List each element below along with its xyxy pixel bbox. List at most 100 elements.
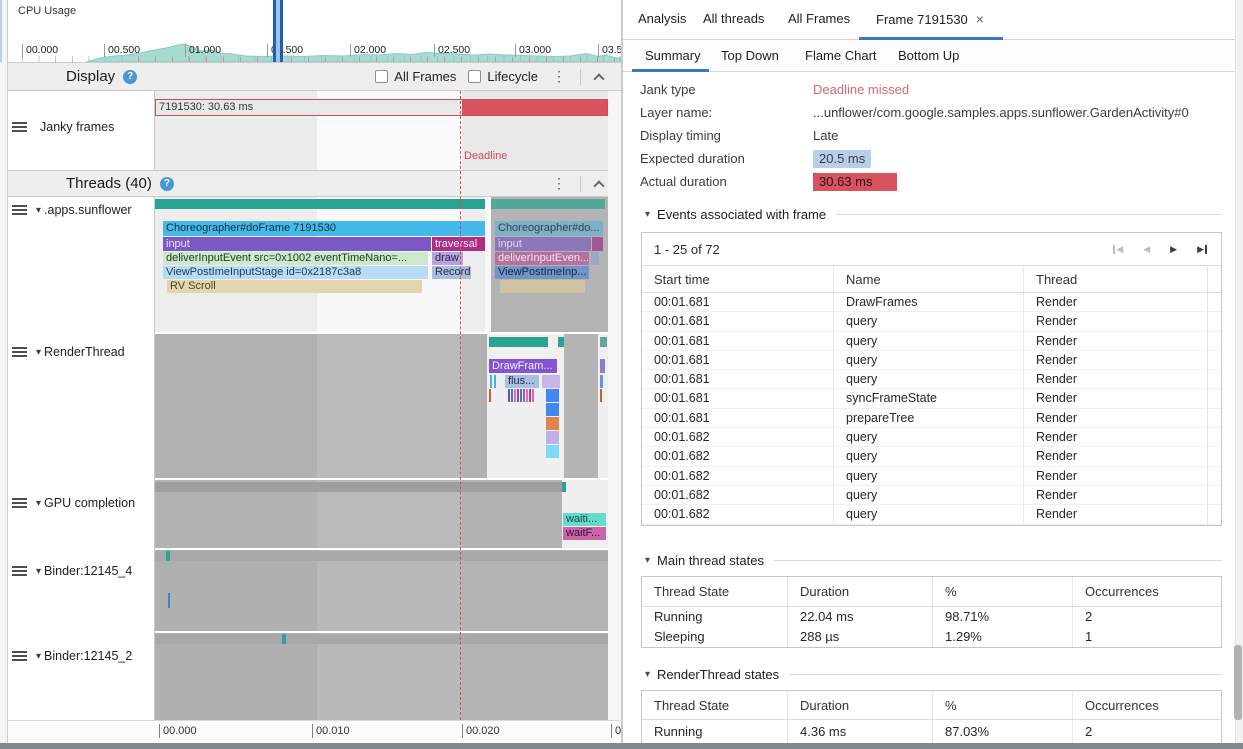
expand-triangle-icon[interactable]: ▾ [36, 566, 41, 577]
scroll-gutter[interactable] [1207, 389, 1221, 407]
collapse-triangle-icon[interactable]: ▾ [645, 669, 650, 680]
thread-label-binder-12145-2[interactable]: ▾ Binder:12145_2 [12, 649, 132, 663]
scroll-gutter[interactable] [1207, 467, 1221, 485]
slice-block[interactable] [546, 445, 559, 458]
display-section-header[interactable]: Display ? All Frames Lifecycle ⋮ [8, 62, 621, 91]
thread-track-renderthread[interactable]: DrawFram... flus... [155, 334, 608, 478]
events-column-header[interactable]: Start time Name Thread [642, 266, 1221, 293]
pagination-last-button[interactable]: ▶ [1197, 244, 1207, 255]
thread-track-binder-12145-4[interactable] [155, 550, 608, 631]
subtab-flame-chart[interactable]: Flame Chart [805, 48, 877, 63]
drag-handle-icon[interactable] [12, 649, 27, 663]
subtab-summary[interactable]: Summary [645, 48, 701, 63]
event-row[interactable]: 00:01.681 syncFrameState Render [642, 389, 1221, 408]
slice-input[interactable]: input [163, 237, 431, 251]
collapse-triangle-icon[interactable]: ▾ [645, 209, 650, 220]
thread-label-renderthread[interactable]: ▾ RenderThread [12, 345, 125, 359]
slice-choreographer-doframe[interactable]: Choreographer#doFrame 7191530 [163, 221, 485, 236]
janky-frames-track[interactable]: 7191530: 30.63 ms [155, 91, 608, 170]
drag-handle-icon[interactable] [12, 564, 27, 578]
timeline-selection-marker[interactable] [273, 0, 283, 62]
tab-all-frames[interactable]: All Frames [788, 11, 850, 26]
scroll-gutter[interactable] [1207, 351, 1221, 369]
janky-frames-row-label[interactable]: Janky frames [12, 120, 114, 134]
janky-frame-bar[interactable]: 7191530: 30.63 ms [155, 99, 608, 116]
states-column-header[interactable]: Thread State Duration % Occurrences [642, 691, 1221, 720]
thread-label-apps-sunflower[interactable]: ▾ .apps.sunflower [12, 203, 132, 217]
kebab-menu-icon[interactable]: ⋮ [550, 68, 568, 85]
checkbox-icon[interactable] [468, 70, 481, 83]
expand-triangle-icon[interactable]: ▾ [36, 651, 41, 662]
scroll-gutter[interactable] [1207, 332, 1221, 350]
state-row[interactable]: Sleeping 288 µs 1.29% 1 [642, 627, 1221, 647]
slice-rv-scroll-dim[interactable] [500, 280, 585, 293]
scroll-gutter[interactable] [1207, 312, 1221, 330]
thread-track-apps-sunflower[interactable]: Choreographer#doFrame 7191530 input trav… [155, 197, 608, 332]
slice-choreographer-dim[interactable]: Choreographer#do... [495, 221, 603, 236]
slice-block[interactable] [546, 431, 559, 444]
slice-flush[interactable]: flus... [505, 375, 539, 388]
event-row[interactable]: 00:01.682 query Render [642, 447, 1221, 466]
state-row[interactable]: Running 22.04 ms 98.71% 2 [642, 607, 1221, 627]
checkbox-icon[interactable] [375, 70, 388, 83]
drag-handle-icon[interactable] [12, 203, 27, 217]
threads-section-header[interactable]: Threads (40) ? ⋮ [8, 170, 621, 197]
all-frames-checkbox[interactable]: All Frames [375, 69, 456, 84]
slice-waitfence[interactable]: waitF... [563, 527, 606, 540]
events-section-header[interactable]: ▾ Events associated with frame [641, 206, 1222, 222]
cpu-usage-track[interactable]: CPU Usage 00.000 00.500 01.000 01.500 02… [8, 0, 621, 62]
slice-deliver-dim[interactable]: deliverInputEven... [495, 252, 589, 265]
kebab-menu-icon[interactable]: ⋮ [550, 175, 568, 192]
help-icon[interactable]: ? [123, 70, 137, 84]
event-row[interactable]: 00:01.681 query Render [642, 351, 1221, 370]
event-row[interactable]: 00:01.682 query Render [642, 467, 1221, 486]
slice-rv-scroll[interactable]: RV Scroll [167, 280, 422, 293]
slice-waiting[interactable]: waiti... [563, 513, 606, 526]
event-row[interactable]: 00:01.681 prepareTree Render [642, 409, 1221, 428]
close-icon[interactable]: × [976, 11, 984, 27]
slice-block[interactable] [546, 417, 559, 430]
event-row[interactable]: 00:01.681 query Render [642, 332, 1221, 351]
event-row[interactable]: 00:01.682 query Render [642, 428, 1221, 447]
pagination-first-button[interactable]: ◀ [1113, 244, 1123, 255]
scroll-gutter[interactable] [1207, 370, 1221, 388]
slice-input-dim[interactable]: input [495, 237, 591, 251]
expand-triangle-icon[interactable]: ▾ [36, 347, 41, 358]
pagination-prev-button[interactable]: ◀ [1143, 244, 1150, 255]
event-row[interactable]: 00:01.681 DrawFrames Render [642, 293, 1221, 312]
slice-deliver-input-event[interactable]: deliverInputEvent src=0x1002 eventTimeNa… [163, 252, 428, 265]
slice-drawframes[interactable]: DrawFram... [489, 359, 557, 373]
expand-triangle-icon[interactable]: ▾ [36, 498, 41, 509]
slice-view-post-ime-dim[interactable]: ViewPostImeInp... [495, 266, 589, 279]
main-states-section-header[interactable]: ▾ Main thread states [641, 552, 1222, 568]
state-row[interactable]: Running 4.36 ms 87.03% 2 [642, 720, 1221, 743]
slice-block[interactable] [546, 389, 559, 402]
collapse-chevron-icon[interactable] [593, 180, 604, 191]
drag-handle-icon[interactable] [12, 120, 27, 134]
scroll-gutter[interactable] [1207, 293, 1221, 311]
scroll-gutter[interactable] [1207, 486, 1221, 504]
scroll-gutter[interactable] [1207, 447, 1221, 465]
lifecycle-checkbox[interactable]: Lifecycle [468, 69, 538, 84]
subtab-bottom-up[interactable]: Bottom Up [898, 48, 959, 63]
states-column-header[interactable]: Thread State Duration % Occurrences [642, 577, 1221, 607]
vertical-scrollbar-thumb[interactable] [1234, 645, 1242, 720]
slice-view-post-ime[interactable]: ViewPostImeInputStage id=0x2187c3a8 [163, 266, 428, 279]
render-states-section-header[interactable]: ▾ RenderThread states [641, 666, 1222, 682]
slice-draw[interactable]: draw [432, 252, 463, 265]
event-row[interactable]: 00:01.682 query Render [642, 505, 1221, 524]
drag-handle-icon[interactable] [12, 496, 27, 510]
slice-traversal[interactable]: traversal [432, 237, 485, 251]
tab-frame-7191530[interactable]: Frame 7191530× [876, 11, 984, 27]
slice-block[interactable] [546, 403, 559, 416]
collapse-triangle-icon[interactable]: ▾ [645, 555, 650, 566]
collapse-chevron-icon[interactable] [593, 73, 604, 84]
expand-triangle-icon[interactable]: ▾ [36, 205, 41, 216]
tab-analysis[interactable]: Analysis [638, 11, 686, 26]
event-row[interactable]: 00:01.681 query Render [642, 370, 1221, 389]
thread-track-binder-12145-2[interactable] [155, 633, 608, 720]
slice-record[interactable]: Record ... [432, 266, 471, 279]
scroll-gutter[interactable] [1207, 409, 1221, 427]
scroll-gutter[interactable] [1207, 428, 1221, 446]
pagination-next-button[interactable]: ▶ [1170, 244, 1177, 255]
